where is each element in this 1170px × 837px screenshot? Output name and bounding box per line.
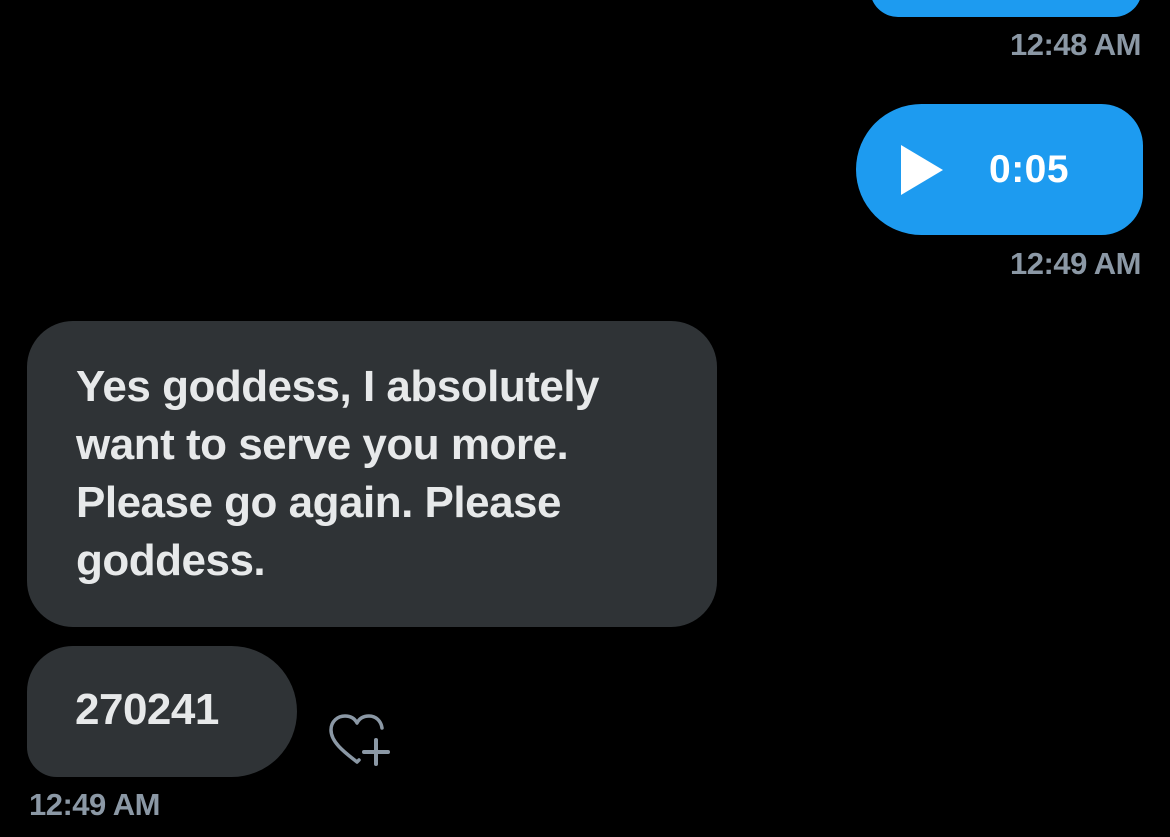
received-message-bubble[interactable]: 270241 <box>27 646 297 777</box>
play-icon[interactable] <box>901 145 943 195</box>
message-text: 270241 <box>75 685 219 734</box>
message-text: Yes goddess, I absolutely want to serve … <box>76 362 600 585</box>
voice-duration: 0:05 <box>989 148 1070 191</box>
previous-sent-message-bubble[interactable] <box>870 0 1142 17</box>
received-message-bubble[interactable]: Yes goddess, I absolutely want to serve … <box>27 321 717 627</box>
heart-plus-icon <box>329 714 390 766</box>
message-timestamp: 12:48 AM <box>1010 27 1141 62</box>
react-button[interactable] <box>323 709 393 771</box>
voice-message-bubble[interactable]: 0:05 <box>856 104 1143 235</box>
message-timestamp: 12:49 AM <box>29 787 160 822</box>
message-timestamp: 12:49 AM <box>1010 246 1141 281</box>
